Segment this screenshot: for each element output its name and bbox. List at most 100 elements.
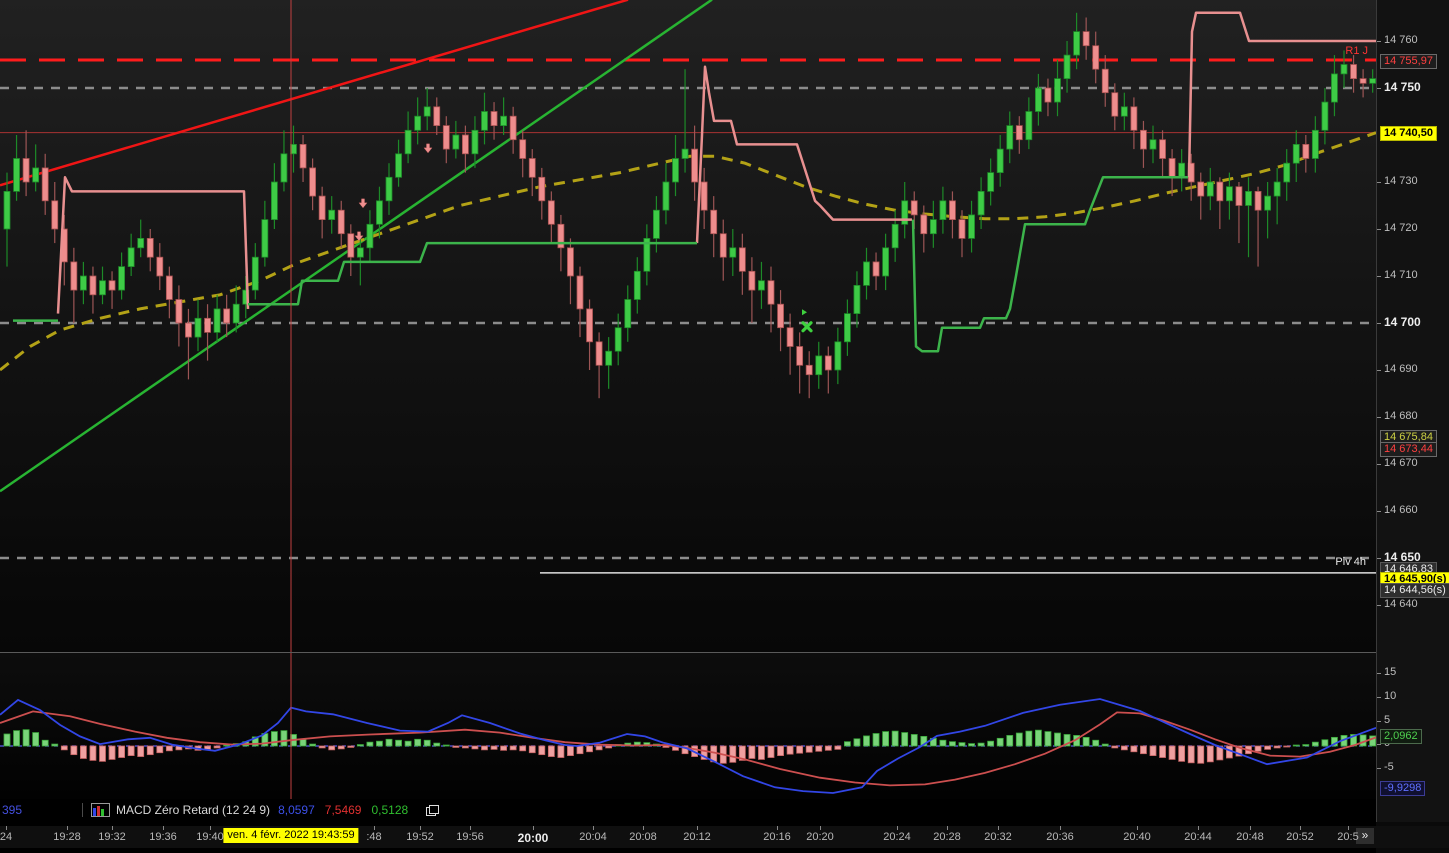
time-axis[interactable]: ven. 4 févr. 2022 19:43:59 » 24 19:28 19:3…: [0, 826, 1449, 848]
time-axis-label: 24: [0, 831, 13, 843]
candle-body: [309, 167, 317, 197]
macd-canvas[interactable]: [0, 653, 1376, 799]
candle-body: [165, 275, 173, 300]
candle-body: [624, 299, 632, 329]
time-tick: [820, 826, 821, 830]
price-chart-pane[interactable]: R1 J Piv 4h: [0, 0, 1376, 652]
price-axis-label: 14 640: [1384, 598, 1418, 610]
time-tick: [1198, 826, 1199, 830]
macd-histogram-bar: [22, 729, 30, 747]
candle-body: [1159, 139, 1166, 159]
price-badge: 14 755,97: [1380, 54, 1437, 69]
macd-histogram-bar: [767, 745, 775, 758]
candle-body: [805, 364, 813, 376]
macd-axis-label: 5: [1384, 714, 1391, 726]
candle-body: [853, 284, 861, 314]
time-axis-label: 19:52: [406, 831, 434, 843]
macd-histogram-bar: [1044, 731, 1052, 747]
signal-line-value: 7,5469: [324, 803, 362, 817]
macd-histogram-bar: [863, 735, 870, 747]
candle-body: [1073, 31, 1080, 56]
axis-tick: [1377, 41, 1381, 42]
macd-indicator-pane[interactable]: [0, 653, 1376, 799]
macd-histogram-bar: [127, 745, 135, 757]
macd-histogram-bar: [1197, 745, 1205, 764]
time-axis-label: 20:24: [883, 831, 911, 843]
time-axis-label: 19:36: [149, 831, 177, 843]
candle-body: [146, 237, 154, 258]
axis-tick: [1377, 182, 1381, 183]
candle-body: [1140, 129, 1147, 150]
indicator-title[interactable]: MACD Zéro Retard (12 24 9): [116, 803, 270, 817]
candle-body: [204, 317, 211, 333]
price-badge: 14 673,44: [1380, 442, 1437, 457]
price-axis-label: 14 760: [1384, 34, 1418, 46]
macd-histogram-bar: [1082, 736, 1090, 747]
time-axis-label: 20:40: [1123, 831, 1151, 843]
macd-histogram-bar: [60, 745, 68, 751]
macd-histogram-bar: [366, 741, 374, 747]
time-tick: [593, 826, 594, 830]
candle-body: [1168, 158, 1176, 178]
macd-histogram-bar: [1092, 739, 1100, 747]
trend-line[interactable]: [0, 0, 713, 493]
macd-histogram-icon[interactable]: [91, 803, 110, 817]
macd-histogram-bar: [108, 745, 116, 760]
time-axis-label: 19:40: [196, 831, 224, 843]
time-axis-label: 20:44: [1184, 831, 1212, 843]
macd-histogram-bar: [1159, 745, 1166, 758]
time-axis-label: 20:36: [1046, 831, 1074, 843]
candle-body: [729, 247, 737, 258]
macd-histogram-bar: [99, 745, 106, 762]
macd-histogram-bar: [844, 741, 851, 747]
time-tick: [1137, 826, 1138, 830]
macd-histogram-bar: [1264, 745, 1271, 750]
detach-window-icon[interactable]: [426, 804, 440, 816]
axis-tick: [1377, 558, 1381, 559]
axis-tick: [1377, 721, 1381, 722]
macd-histogram-bar: [538, 745, 546, 756]
price-axis-label: 14 700: [1384, 315, 1421, 329]
axis-tick: [1377, 370, 1381, 371]
macd-badge: 2,0962: [1380, 729, 1422, 744]
pane-divider[interactable]: [0, 652, 1449, 653]
macd-histogram-bar: [977, 742, 985, 747]
trend-line[interactable]: [0, 0, 629, 187]
macd-histogram-bar: [1321, 739, 1329, 747]
candle-body: [844, 313, 851, 343]
candle-body: [395, 153, 402, 178]
indicator-bar: 395 MACD Zéro Retard (12 24 9) 8,0597 7,…: [0, 799, 1376, 821]
macd-histogram-bar: [595, 745, 603, 751]
macd-histogram-bar: [80, 745, 87, 759]
macd-histogram-bar: [481, 745, 488, 751]
candle-body: [41, 167, 49, 202]
macd-histogram-bar: [1101, 743, 1109, 747]
time-tick: [420, 826, 421, 830]
candle-body: [786, 327, 794, 347]
candle-body: [481, 111, 488, 131]
candle-body: [347, 233, 355, 258]
entry-triangle-icon: [802, 309, 807, 316]
candle-body: [223, 308, 231, 324]
candle-body: [1111, 92, 1119, 117]
time-tick: [897, 826, 898, 830]
candle-body: [586, 308, 593, 343]
macd-histogram-bar: [1035, 729, 1042, 747]
axis-tick: [1377, 464, 1381, 465]
axis-tick: [1377, 323, 1381, 324]
time-axis-label: 20:04: [579, 831, 607, 843]
candle-body: [89, 275, 97, 296]
price-axis[interactable]: 14 760 14 750 14 730 14 720 14 710 14 700 14 6…: [1376, 0, 1449, 822]
macd-histogram-bar: [968, 743, 975, 747]
candle-body: [528, 158, 536, 178]
axis-tick: [1377, 744, 1381, 745]
candle-body: [939, 200, 947, 221]
macd-histogram-bar: [777, 745, 784, 757]
price-chart-canvas[interactable]: [0, 0, 1376, 652]
candle-body: [213, 308, 221, 333]
macd-histogram-bar: [605, 745, 613, 749]
macd-histogram-bar: [901, 732, 909, 747]
candle-body: [777, 303, 784, 329]
time-axis-label: 20:08: [629, 831, 657, 843]
stop-line-short: [695, 65, 912, 244]
